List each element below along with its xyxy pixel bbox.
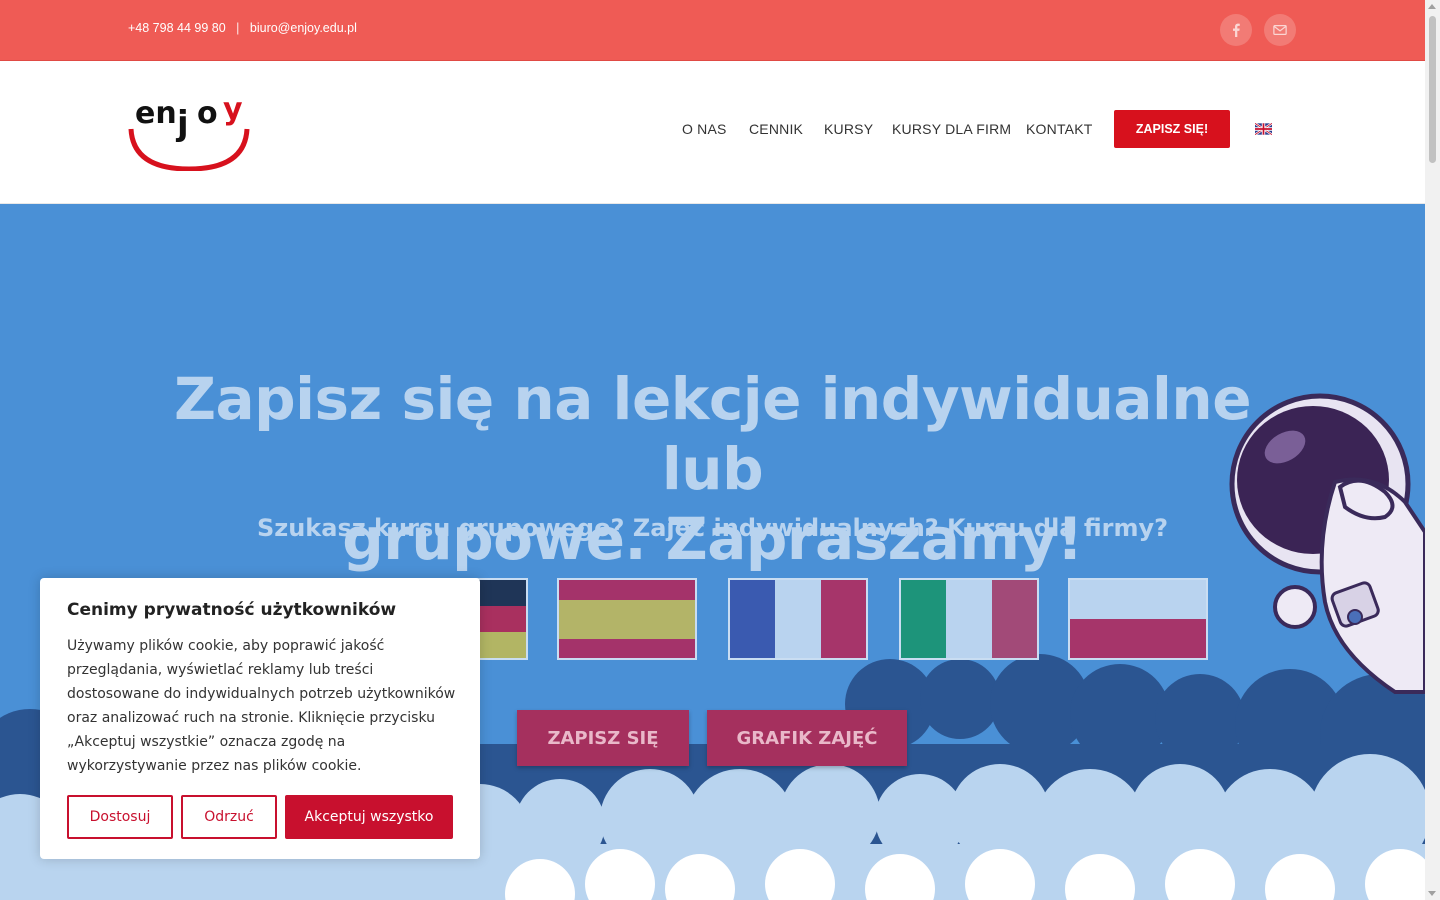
page-scrollbar[interactable] <box>1425 0 1440 900</box>
top-bar: +48 798 44 99 80 | biuro@enjoy.edu.pl <box>0 0 1425 61</box>
schedule-button[interactable]: GRAFIK ZAJĘĆ <box>707 710 907 766</box>
spain-flag[interactable] <box>557 578 697 660</box>
scroll-down-arrow-icon[interactable] <box>1428 891 1436 896</box>
enjoy-logo[interactable]: en j o y <box>127 89 251 171</box>
email-link[interactable]: biuro@enjoy.edu.pl <box>250 21 357 35</box>
france-flag[interactable] <box>728 578 868 660</box>
cookie-consent-banner: Cenimy prywatność użytkowników Używamy p… <box>40 578 480 859</box>
scrollbar-thumb[interactable] <box>1429 16 1436 163</box>
mail-icon[interactable] <box>1264 14 1296 46</box>
hero-subtitle: Szukasz kursu grupowego? Zajęć indywidua… <box>256 514 1169 542</box>
scroll-up-arrow-icon[interactable] <box>1428 4 1436 9</box>
svg-text:o: o <box>197 96 218 131</box>
nav-o-nas[interactable]: O NAS <box>682 121 727 137</box>
facebook-icon[interactable] <box>1220 14 1252 46</box>
cookie-text: Używamy plików cookie, aby poprawić jako… <box>67 638 456 774</box>
cookie-reject-button[interactable]: Odrzuć <box>181 795 277 839</box>
hero-title: Zapisz się na lekcje indywidualne lub gr… <box>140 364 1285 574</box>
poland-flag[interactable] <box>1068 578 1208 660</box>
svg-text:j: j <box>175 104 189 144</box>
nav-kursy-dla-firm[interactable]: KURSY DLA FIRM <box>892 121 1011 137</box>
nav-kontakt[interactable]: KONTAKT <box>1026 121 1092 137</box>
svg-text:y: y <box>223 92 243 127</box>
site-header: en j o y O NAS CENNIK KURSY KURSY DLA FI… <box>0 61 1425 204</box>
cookie-customize-button[interactable]: Dostosuj <box>67 795 173 839</box>
contact-info: +48 798 44 99 80 | biuro@enjoy.edu.pl <box>128 21 357 35</box>
italy-flag[interactable] <box>899 578 1039 660</box>
phone-number[interactable]: +48 798 44 99 80 <box>128 21 226 35</box>
hero-title-line1: Zapisz się na lekcje indywidualne lub <box>173 365 1252 503</box>
uk-flag-icon[interactable] <box>1255 123 1272 135</box>
cookie-title: Cenimy prywatność użytkowników <box>67 600 397 620</box>
svg-text:en: en <box>135 96 177 131</box>
signup-button[interactable]: ZAPISZ SIĘ! <box>1114 110 1230 148</box>
nav-cennik[interactable]: CENNIK <box>749 121 803 137</box>
nav-kursy[interactable]: KURSY <box>824 121 873 137</box>
cookie-accept-button[interactable]: Akceptuj wszystko <box>285 795 453 839</box>
contact-separator: | <box>236 21 240 35</box>
hero-signup-button[interactable]: ZAPISZ SIĘ <box>517 710 689 766</box>
